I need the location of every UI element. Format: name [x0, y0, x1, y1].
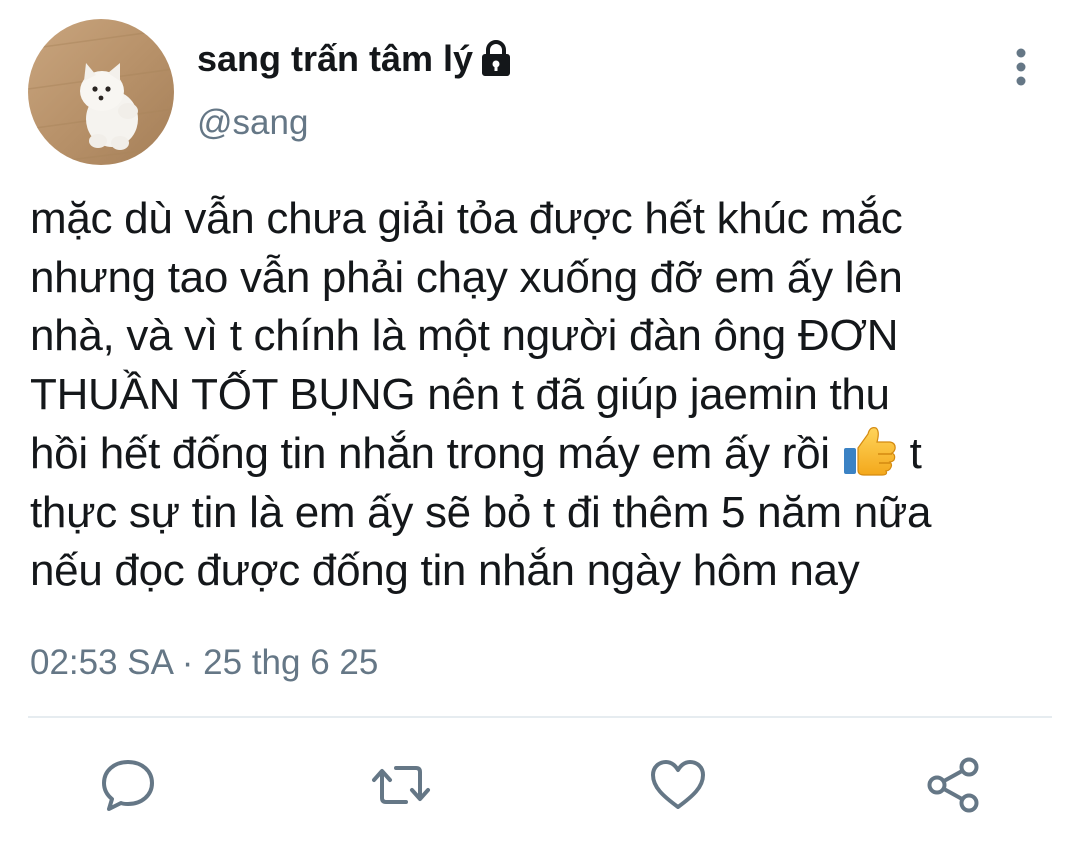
like-button[interactable]	[647, 754, 709, 816]
user-handle[interactable]: @sang	[197, 101, 308, 145]
thumbs-up-icon	[843, 427, 896, 476]
avatar-image	[28, 19, 174, 165]
avatar[interactable]	[28, 19, 174, 165]
more-options-icon[interactable]	[1001, 45, 1041, 89]
retweet-icon	[372, 766, 430, 804]
retweet-button[interactable]	[370, 754, 432, 816]
reply-icon	[102, 760, 154, 811]
timestamp[interactable]: 02:53 SA · 25 thg 6 25	[30, 641, 378, 685]
share-icon	[927, 757, 979, 813]
tweet-text-part-1: mặc dù vẫn chưa giải tỏa được hết khúc m…	[30, 194, 903, 478]
lock-icon	[482, 40, 511, 76]
action-bar	[0, 750, 1080, 820]
divider	[28, 716, 1052, 718]
display-name[interactable]: sang trấn tâm lý	[197, 36, 513, 82]
tweet-card: sang trấn tâm lý @sang mặc dù vẫn chưa g…	[0, 0, 1080, 859]
heart-icon	[651, 760, 705, 809]
display-name-text: sang trấn tâm lý	[197, 38, 474, 79]
tweet-text: mặc dù vẫn chưa giải tỏa được hết khúc m…	[30, 190, 1075, 601]
reply-button[interactable]	[97, 754, 159, 816]
share-button[interactable]	[923, 754, 985, 816]
